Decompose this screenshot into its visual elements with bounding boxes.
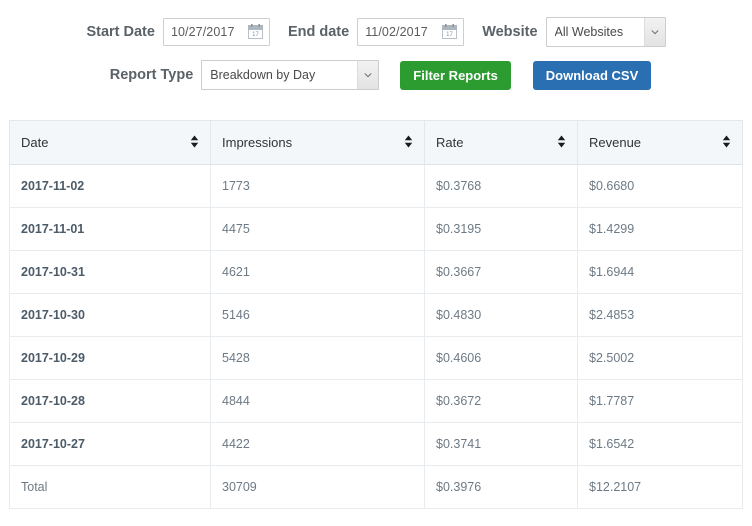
report-type-select[interactable]: Breakdown by Day <box>201 60 379 90</box>
report-filter-form: Start Date 10/27/2017 17 End date 11/02/… <box>0 0 752 96</box>
table-row: 2017-10-274422$0.3741$1.6542 <box>10 423 743 466</box>
svg-text:17: 17 <box>446 32 453 38</box>
start-date-input[interactable]: 10/27/2017 17 <box>163 18 270 46</box>
column-header-label: Date <box>21 135 48 150</box>
end-date-input[interactable]: 11/02/2017 17 <box>357 18 464 46</box>
cell-rate: $0.4830 <box>425 294 578 337</box>
website-select-wrap: All Websites <box>546 17 666 47</box>
start-date-group: Start Date 10/27/2017 17 <box>86 18 270 46</box>
cell-rate: $0.3741 <box>425 423 578 466</box>
cell-impressions: 5428 <box>211 337 425 380</box>
cell-impressions: 30709 <box>211 466 425 509</box>
cell-revenue: $2.4853 <box>578 294 743 337</box>
website-select[interactable]: All Websites <box>546 17 666 47</box>
column-header-label: Rate <box>436 135 463 150</box>
table-row: 2017-11-021773$0.3768$0.6680 <box>10 165 743 208</box>
start-date-label: Start Date <box>86 24 155 40</box>
end-date-label: End date <box>288 24 349 40</box>
calendar-icon[interactable]: 17 <box>248 24 263 39</box>
cell-impressions: 4422 <box>211 423 425 466</box>
column-header-label: Revenue <box>589 135 641 150</box>
cell-revenue: $1.6944 <box>578 251 743 294</box>
cell-date: 2017-11-01 <box>10 208 211 251</box>
table-row: 2017-10-284844$0.3672$1.7787 <box>10 380 743 423</box>
cell-date: 2017-10-31 <box>10 251 211 294</box>
table-row: 2017-10-314621$0.3667$1.6944 <box>10 251 743 294</box>
table-row: 2017-10-295428$0.4606$2.5002 <box>10 337 743 380</box>
download-csv-button[interactable]: Download CSV <box>533 61 651 90</box>
cell-date: 2017-10-28 <box>10 380 211 423</box>
column-header-label: Impressions <box>222 135 292 150</box>
cell-date: 2017-11-02 <box>10 165 211 208</box>
cell-revenue: $0.6680 <box>578 165 743 208</box>
column-header-revenue[interactable]: Revenue <box>578 121 743 165</box>
cell-impressions: 4844 <box>211 380 425 423</box>
cell-date: 2017-10-27 <box>10 423 211 466</box>
cell-rate: $0.3976 <box>425 466 578 509</box>
cell-date: Total <box>10 466 211 509</box>
filter-row-dates: Start Date 10/27/2017 17 End date 11/02/… <box>0 10 752 54</box>
column-header-rate[interactable]: Rate <box>425 121 578 165</box>
sort-updown-icon[interactable] <box>398 135 413 151</box>
cell-rate: $0.3195 <box>425 208 578 251</box>
cell-revenue: $1.7787 <box>578 380 743 423</box>
end-date-value: 11/02/2017 <box>358 25 428 39</box>
website-group: Website All Websites <box>482 17 665 47</box>
table-total-row: Total30709$0.3976$12.2107 <box>10 466 743 509</box>
sort-updown-icon[interactable] <box>551 135 566 151</box>
cell-revenue: $1.4299 <box>578 208 743 251</box>
calendar-icon[interactable]: 17 <box>442 24 457 39</box>
cell-revenue: $2.5002 <box>578 337 743 380</box>
cell-revenue: $12.2107 <box>578 466 743 509</box>
table-row: 2017-11-014475$0.3195$1.4299 <box>10 208 743 251</box>
cell-impressions: 1773 <box>211 165 425 208</box>
cell-rate: $0.3768 <box>425 165 578 208</box>
cell-date: 2017-10-29 <box>10 337 211 380</box>
start-date-value: 10/27/2017 <box>164 25 235 39</box>
column-header-impressions[interactable]: Impressions <box>211 121 425 165</box>
report-table-container: Date Impressions Rate Revenue 2017-11-02177… <box>0 120 752 509</box>
svg-text:17: 17 <box>252 32 259 38</box>
filter-reports-button[interactable]: Filter Reports <box>400 61 511 90</box>
filter-row-report-type: Report Type Breakdown by Day Filter Repo… <box>0 54 752 96</box>
cell-impressions: 4621 <box>211 251 425 294</box>
cell-rate: $0.4606 <box>425 337 578 380</box>
sort-updown-icon[interactable] <box>184 135 199 151</box>
column-header-date[interactable]: Date <box>10 121 211 165</box>
cell-revenue: $1.6542 <box>578 423 743 466</box>
report-table-body: 2017-11-021773$0.3768$0.66802017-11-0144… <box>10 165 743 509</box>
report-table: Date Impressions Rate Revenue 2017-11-02177… <box>9 120 743 509</box>
report-type-select-wrap: Breakdown by Day <box>201 60 379 90</box>
report-type-label: Report Type <box>110 67 194 83</box>
cell-date: 2017-10-30 <box>10 294 211 337</box>
sort-updown-icon[interactable] <box>716 135 731 151</box>
cell-impressions: 4475 <box>211 208 425 251</box>
cell-rate: $0.3667 <box>425 251 578 294</box>
cell-rate: $0.3672 <box>425 380 578 423</box>
website-label: Website <box>482 24 537 40</box>
end-date-group: End date 11/02/2017 17 <box>288 18 464 46</box>
table-row: 2017-10-305146$0.4830$2.4853 <box>10 294 743 337</box>
report-table-head: Date Impressions Rate Revenue <box>10 121 743 165</box>
cell-impressions: 5146 <box>211 294 425 337</box>
report-type-group: Report Type Breakdown by Day <box>110 60 380 90</box>
table-header-row: Date Impressions Rate Revenue <box>10 121 743 165</box>
